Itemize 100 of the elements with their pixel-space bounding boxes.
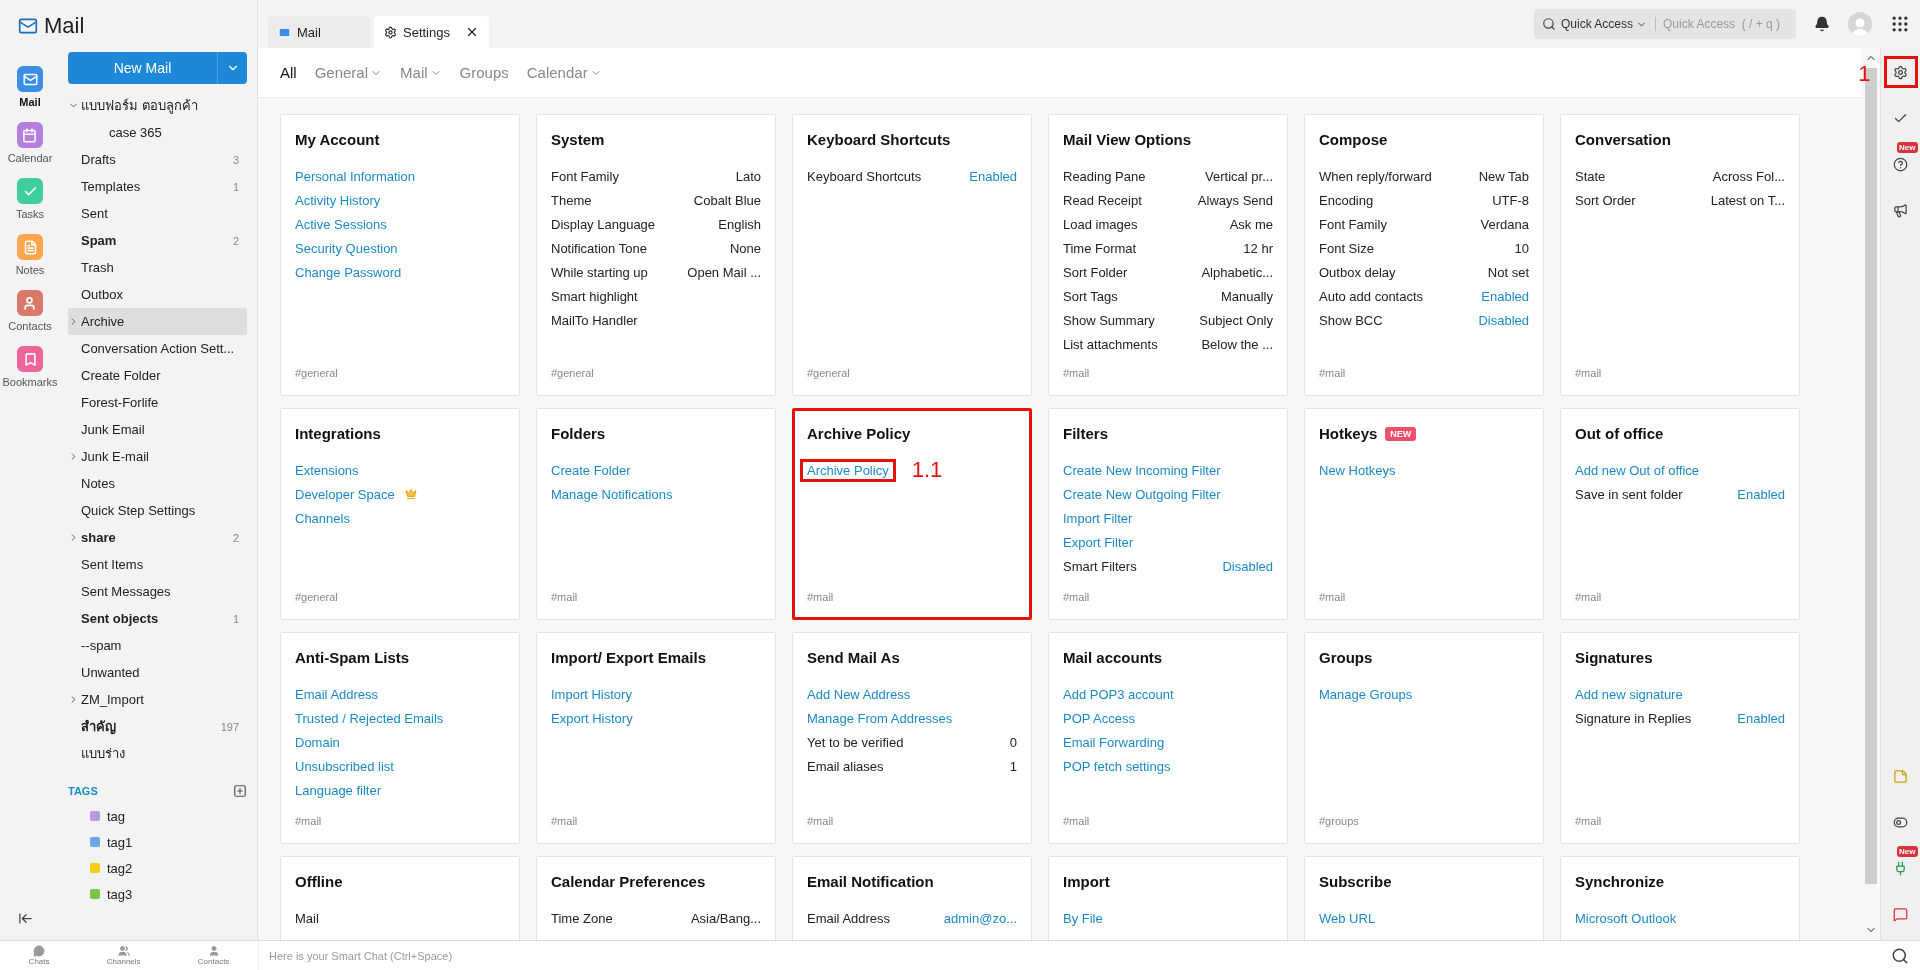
chat-icon[interactable]: [1893, 906, 1908, 922]
folder-item[interactable]: Forest-Forlife: [68, 389, 247, 416]
megaphone-icon[interactable]: [1893, 202, 1908, 218]
sticky-note-icon[interactable]: [1893, 768, 1908, 784]
settings-link[interactable]: Web URL: [1319, 910, 1376, 926]
toggle-icon[interactable]: [1893, 814, 1908, 830]
folder-item[interactable]: Drafts 3: [68, 146, 247, 173]
setting-value-link[interactable]: Enabled: [1737, 710, 1785, 726]
notifications-icon[interactable]: [1814, 16, 1830, 32]
folder-item[interactable]: --spam: [68, 632, 247, 659]
settings-link[interactable]: Add POP3 account: [1063, 686, 1174, 702]
folder-item[interactable]: Junk E-mail: [68, 443, 247, 470]
folder-item[interactable]: Quick Step Settings: [68, 497, 247, 524]
folder-item[interactable]: Sent Items: [68, 551, 247, 578]
folder-item[interactable]: ZM_Import: [68, 686, 247, 713]
setting-value-link[interactable]: Enabled: [969, 168, 1017, 184]
settings-link[interactable]: Extensions: [295, 462, 359, 478]
settings-link[interactable]: Active Sessions: [295, 216, 387, 232]
apps-grid-icon[interactable]: [1890, 14, 1910, 34]
folder-item[interactable]: สำคัญ 197: [68, 713, 247, 740]
folder-item[interactable]: Templates 1: [68, 173, 247, 200]
settings-link[interactable]: Add new Out of office: [1575, 462, 1700, 478]
settings-link[interactable]: POP Access: [1063, 710, 1135, 726]
folder-item[interactable]: Sent Messages: [68, 578, 247, 605]
settings-link[interactable]: Archive Policy: [800, 458, 896, 482]
quick-access-field[interactable]: Quick Access ( / + q ): [1661, 17, 1788, 31]
settings-link[interactable]: Create New Outgoing Filter: [1063, 486, 1221, 502]
settings-link[interactable]: Create New Incoming Filter: [1063, 462, 1221, 478]
folder-item[interactable]: Sent: [68, 200, 247, 227]
settings-link[interactable]: Language filter: [295, 782, 381, 798]
settings-link[interactable]: Activity History: [295, 192, 381, 208]
filter-tab[interactable]: All: [280, 64, 297, 81]
folder-item[interactable]: Notes: [68, 470, 247, 497]
tab[interactable]: Mail: [268, 16, 370, 48]
bottom-nav-item[interactable]: Chats: [28, 945, 50, 966]
app-rail-item[interactable]: Tasks: [15, 178, 45, 220]
setting-value-link[interactable]: Disabled: [1478, 312, 1529, 328]
settings-link[interactable]: Manage Notifications: [551, 486, 673, 502]
settings-link[interactable]: Personal Information: [295, 168, 415, 184]
app-rail-item[interactable]: Contacts: [8, 290, 52, 332]
tag-item[interactable]: tag3: [107, 886, 133, 902]
setting-value-link[interactable]: Enabled: [1481, 288, 1529, 304]
quick-access-menu[interactable]: Quick Access: [1561, 17, 1657, 31]
settings-icon[interactable]: [1893, 64, 1908, 80]
plug-icon[interactable]: [1893, 860, 1908, 876]
settings-link[interactable]: Import History: [551, 686, 632, 702]
settings-link[interactable]: Export History: [551, 710, 633, 726]
filter-tab[interactable]: Calendar: [526, 64, 602, 81]
folder-item[interactable]: Trash: [68, 254, 247, 281]
quick-access-bar[interactable]: Quick Access Quick Access ( / + q ): [1534, 9, 1796, 39]
settings-link[interactable]: New Hotkeys: [1319, 462, 1396, 478]
search-icon[interactable]: [1891, 946, 1909, 965]
settings-link[interactable]: Channels: [295, 510, 350, 526]
settings-link[interactable]: By File: [1063, 910, 1103, 926]
settings-link[interactable]: Email Forwarding: [1063, 734, 1165, 750]
bottom-nav-item[interactable]: Contacts: [197, 945, 230, 966]
settings-link[interactable]: Import Filter: [1063, 510, 1133, 526]
folder-item[interactable]: แบบฟอร์ม ตอบลูกค้า: [68, 92, 247, 119]
settings-link[interactable]: Manage Groups: [1319, 686, 1413, 702]
add-tag-icon[interactable]: [233, 784, 247, 798]
settings-link[interactable]: Create Folder: [551, 462, 631, 478]
filter-tab[interactable]: Mail: [400, 64, 442, 81]
folder-item[interactable]: Create Folder: [68, 362, 247, 389]
settings-link[interactable]: Add New Address: [807, 686, 911, 702]
app-rail-item[interactable]: Bookmarks: [2, 346, 58, 388]
tag-item[interactable]: tag1: [107, 834, 133, 850]
settings-link[interactable]: Manage From Addresses: [807, 710, 953, 726]
new-mail-button[interactable]: New Mail: [68, 52, 217, 84]
tag-item[interactable]: tag2: [107, 860, 133, 876]
app-rail-item[interactable]: Mail: [17, 66, 43, 108]
bottom-nav-item[interactable]: Channels: [106, 945, 141, 966]
settings-link[interactable]: Change Password: [295, 264, 402, 280]
tab[interactable]: Settings: [374, 16, 489, 48]
filter-tab[interactable]: Groups: [459, 64, 509, 81]
setting-value-link[interactable]: Disabled: [1222, 558, 1273, 574]
setting-value-link[interactable]: Enabled: [1737, 486, 1785, 502]
folder-item[interactable]: Unwanted: [68, 659, 247, 686]
filter-tab[interactable]: General: [314, 64, 383, 81]
setting-value-link[interactable]: admin@zo...: [943, 910, 1017, 926]
folder-item[interactable]: Sent objects 1: [68, 605, 247, 632]
settings-link[interactable]: Microsoft Outlook: [1575, 910, 1677, 926]
app-rail-item[interactable]: Notes: [15, 234, 45, 276]
help-icon[interactable]: [1893, 156, 1908, 172]
folder-item[interactable]: Junk Email: [68, 416, 247, 443]
close-icon[interactable]: [465, 25, 479, 39]
settings-link[interactable]: Add new signature: [1575, 686, 1683, 702]
settings-link[interactable]: Security Question: [295, 240, 398, 256]
folder-item[interactable]: แบบร่าง: [68, 740, 247, 767]
folder-item[interactable]: share 2: [68, 524, 247, 551]
settings-link[interactable]: Trusted / Rejected Emails: [295, 710, 444, 726]
settings-link[interactable]: Export Filter: [1063, 534, 1134, 550]
collapse-icon[interactable]: [18, 911, 33, 926]
app-rail-item[interactable]: Calendar: [7, 122, 53, 164]
folder-item[interactable]: Conversation Action Sett...: [68, 335, 247, 362]
folder-item[interactable]: Outbox: [68, 281, 247, 308]
settings-link[interactable]: POP fetch settings: [1063, 758, 1171, 774]
tag-item[interactable]: tag: [107, 808, 126, 824]
folder-item[interactable]: Spam 2: [68, 227, 247, 254]
settings-link[interactable]: Email Address: [295, 686, 379, 702]
settings-link[interactable]: Developer Space: [295, 486, 417, 502]
